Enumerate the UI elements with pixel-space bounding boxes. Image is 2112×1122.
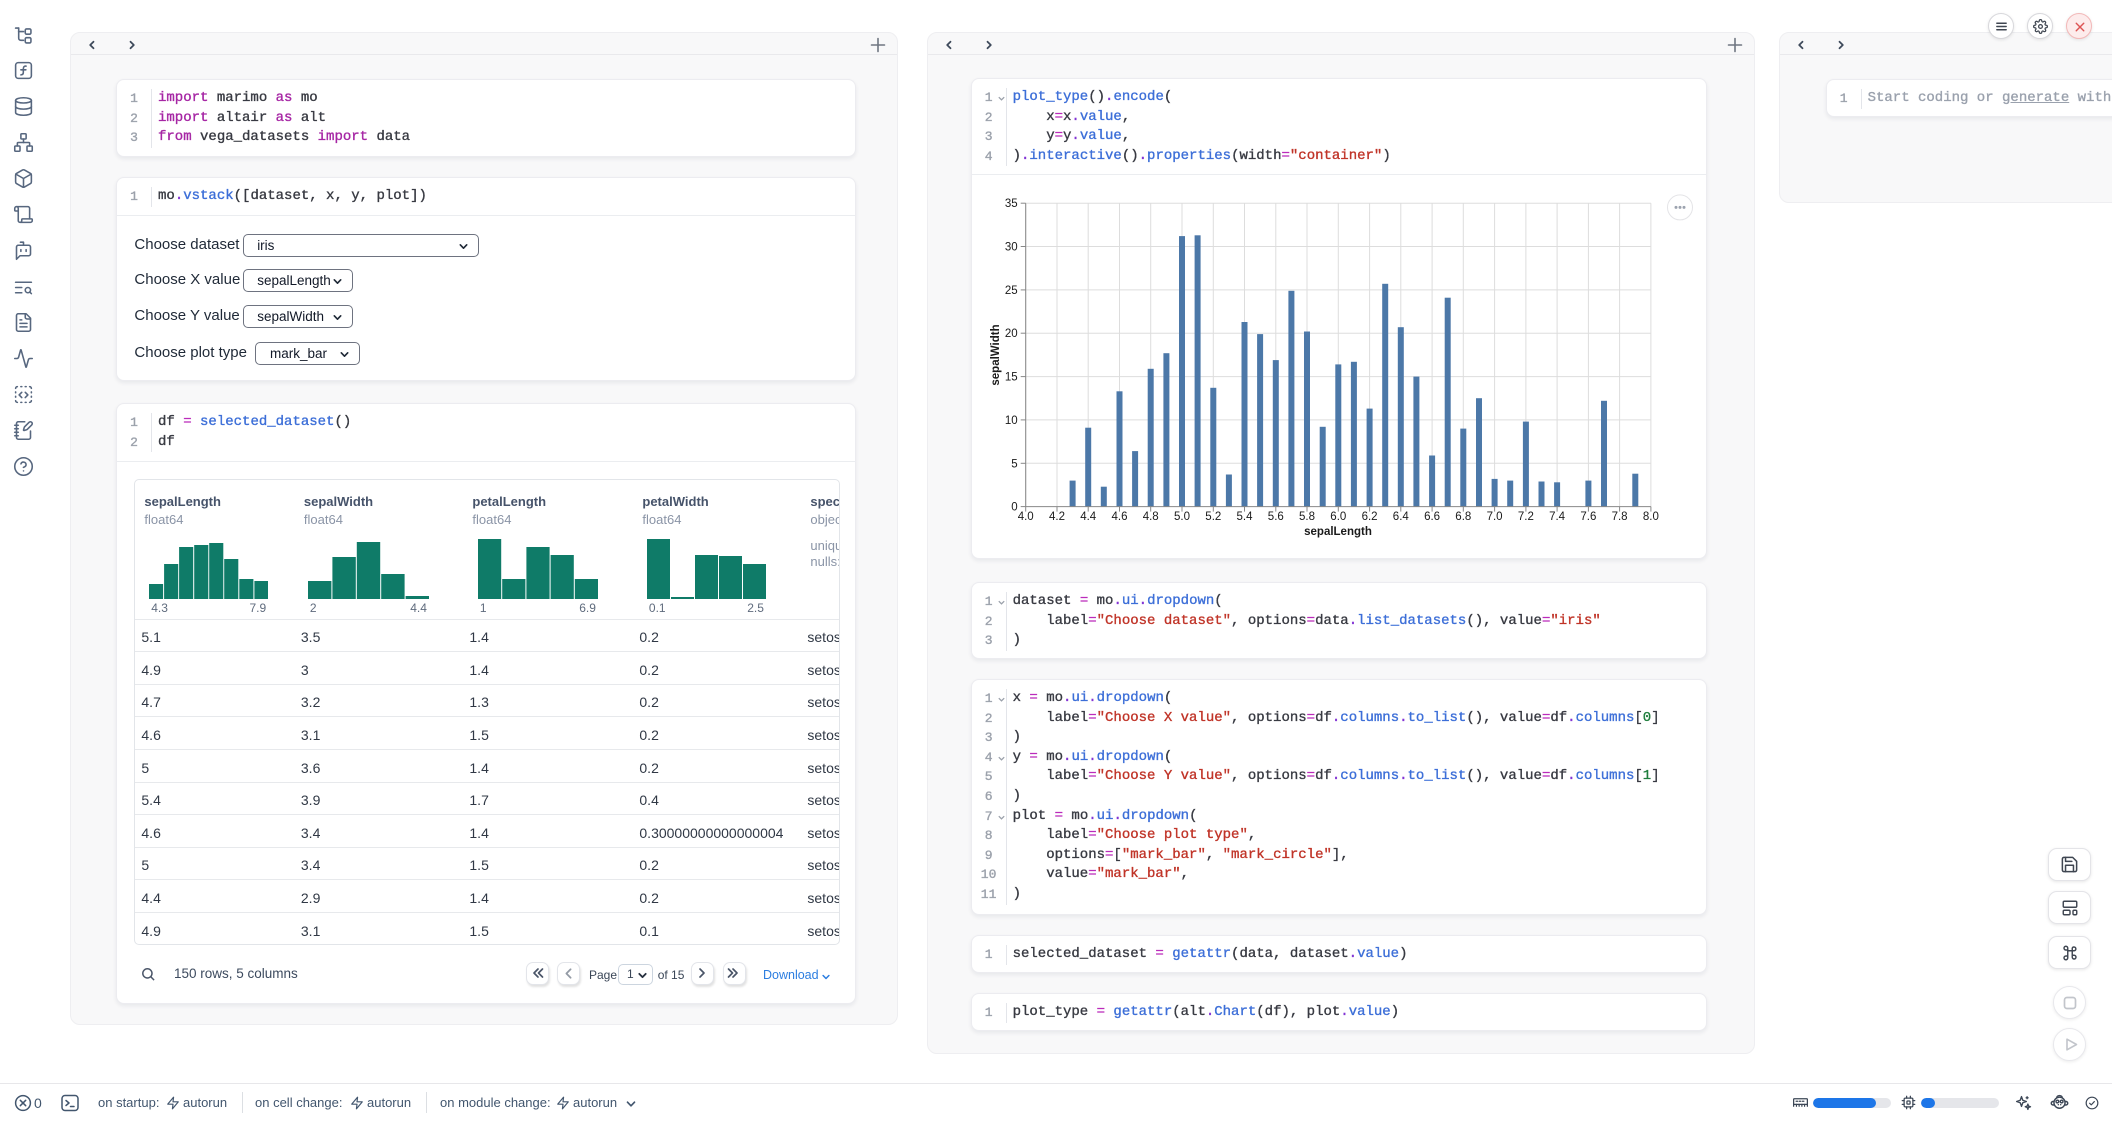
svg-text:5: 5 (1011, 458, 1017, 470)
svg-text:6.2: 6.2 (1361, 511, 1377, 523)
svg-text:6.0: 6.0 (1330, 511, 1346, 523)
svg-text:5.0: 5.0 (1174, 511, 1190, 523)
svg-text:6.6: 6.6 (1424, 511, 1440, 523)
svg-text:7.0: 7.0 (1486, 511, 1502, 523)
svg-text:4.2: 4.2 (1049, 511, 1065, 523)
svg-text:35: 35 (1004, 198, 1017, 210)
svg-text:5.2: 5.2 (1205, 511, 1221, 523)
svg-text:20: 20 (1004, 328, 1017, 340)
svg-text:4.0: 4.0 (1017, 511, 1033, 523)
svg-text:7.4: 7.4 (1549, 511, 1566, 523)
svg-text:5.6: 5.6 (1267, 511, 1283, 523)
svg-text:4.4: 4.4 (1080, 511, 1097, 523)
svg-text:6.4: 6.4 (1392, 511, 1409, 523)
svg-text:7.2: 7.2 (1517, 511, 1533, 523)
svg-text:0: 0 (1011, 502, 1017, 514)
svg-text:4.8: 4.8 (1142, 511, 1158, 523)
svg-text:7.8: 7.8 (1611, 511, 1627, 523)
svg-text:5.8: 5.8 (1299, 511, 1315, 523)
svg-text:6.8: 6.8 (1455, 511, 1471, 523)
svg-text:sepalWidth: sepalWidth (990, 324, 1002, 385)
svg-text:30: 30 (1004, 242, 1017, 254)
svg-text:25: 25 (1004, 285, 1017, 297)
svg-text:7.6: 7.6 (1580, 511, 1596, 523)
svg-text:5.4: 5.4 (1236, 511, 1253, 523)
svg-text:10: 10 (1004, 415, 1017, 427)
svg-text:sepalLength: sepalLength (1304, 526, 1372, 538)
svg-text:15: 15 (1004, 372, 1017, 384)
svg-text:4.6: 4.6 (1111, 511, 1127, 523)
svg-text:8.0: 8.0 (1642, 511, 1658, 523)
